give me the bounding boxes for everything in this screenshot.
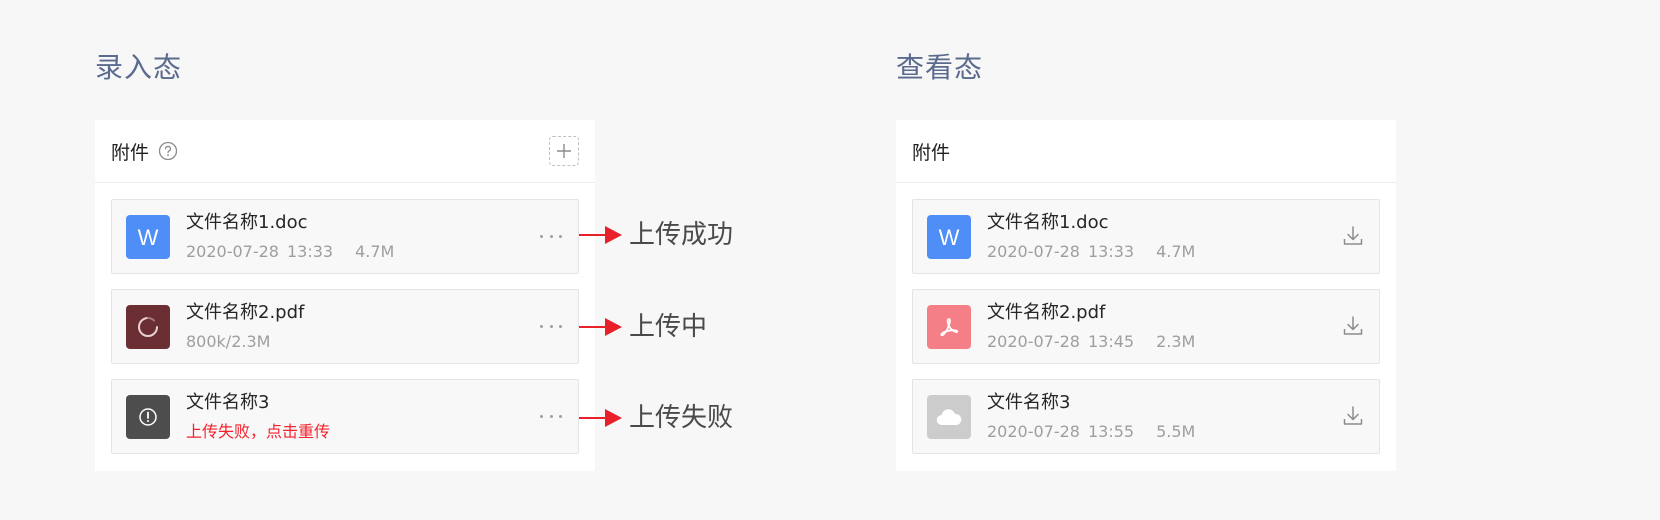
svg-text:W: W — [939, 226, 960, 248]
file-size: 5.5M — [1156, 421, 1196, 441]
state-label-failed: 上传失败 — [629, 403, 734, 433]
word-icon: W — [126, 214, 170, 259]
file-item[interactable]: W 文件名称1.doc 2020-07-28 13:33 4.7M — [111, 199, 579, 274]
file-name: 文件名称2.pdf — [987, 301, 1106, 323]
download-icon[interactable] — [1341, 404, 1365, 428]
file-date: 2020-07-28 — [987, 331, 1080, 351]
upload-progress: 800k/2.3M — [186, 331, 271, 351]
file-item[interactable]: 文件名称2.pdf 2020-07-28 13:45 2.3M — [912, 289, 1380, 364]
attachment-label: 附件 — [111, 141, 150, 164]
attachment-label: 附件 — [912, 141, 951, 164]
retry-upload-link[interactable]: 上传失败，点击重传 — [186, 421, 330, 443]
file-size: 4.7M — [1156, 241, 1196, 261]
view-state-title: 查看态 — [896, 51, 984, 84]
file-list: W 文件名称1.doc 2020-07-28 13:33 4.7M 文件名称2.pd… — [95, 183, 595, 454]
file-name: 文件名称2.pdf — [186, 301, 305, 323]
arrow-icon — [579, 318, 622, 336]
file-time: 13:33 — [1087, 241, 1135, 261]
file-name: 文件名称3 — [987, 391, 1071, 413]
panel-header: 附件 — [95, 120, 595, 183]
file-item[interactable]: 文件名称3 2020-07-28 13:55 5.5M — [912, 379, 1380, 454]
file-list: W 文件名称1.doc 2020-07-28 13:33 4.7M 文件名称2.pd… — [896, 183, 1396, 454]
loading-spinner-icon — [126, 304, 170, 349]
file-item[interactable]: 文件名称3 上传失败，点击重传 — [111, 379, 579, 454]
file-meta: 2020-07-28 13:55 5.5M — [987, 421, 1195, 443]
plus-icon — [557, 144, 571, 158]
file-time: 13:45 — [1087, 331, 1135, 351]
file-date: 2020-07-28 — [186, 241, 279, 261]
file-item[interactable]: W 文件名称1.doc 2020-07-28 13:33 4.7M — [912, 199, 1380, 274]
download-icon[interactable] — [1341, 224, 1365, 248]
file-name: 文件名称1.doc — [987, 211, 1109, 233]
attachment-panel-view: 附件 W 文件名称1.doc 2020-07-28 13:33 4.7M 文件名称2… — [896, 120, 1396, 471]
svg-text:W: W — [138, 226, 159, 248]
alert-icon — [126, 394, 170, 439]
panel-header: 附件 — [896, 120, 1396, 183]
input-state-title: 录入态 — [95, 51, 183, 84]
more-options-button[interactable] — [540, 406, 562, 426]
file-name: 文件名称3 — [186, 391, 270, 413]
file-meta: 2020-07-28 13:33 4.7M — [186, 241, 394, 263]
cloud-icon — [927, 394, 971, 439]
file-item[interactable]: 文件名称2.pdf 800k/2.3M — [111, 289, 579, 364]
file-name: 文件名称1.doc — [186, 211, 308, 233]
file-date: 2020-07-28 — [987, 421, 1080, 441]
download-icon[interactable] — [1341, 314, 1365, 338]
file-meta: 2020-07-28 13:45 2.3M — [987, 331, 1195, 353]
file-time: 13:33 — [286, 241, 334, 261]
file-size: 4.7M — [355, 241, 395, 261]
state-label-success: 上传成功 — [629, 220, 734, 250]
more-options-button[interactable] — [540, 316, 562, 336]
arrow-icon — [579, 409, 622, 427]
help-icon[interactable] — [158, 141, 178, 161]
word-icon: W — [927, 214, 971, 259]
file-time: 13:55 — [1087, 421, 1135, 441]
file-size: 2.3M — [1156, 331, 1196, 351]
file-date: 2020-07-28 — [987, 241, 1080, 261]
file-meta: 2020-07-28 13:33 4.7M — [987, 241, 1195, 263]
pdf-icon — [927, 304, 971, 349]
attachment-panel-input: 附件 W 文件名称1.doc 2020-07-28 13:33 4.7M 文件名… — [95, 120, 595, 471]
arrow-icon — [579, 226, 622, 244]
more-options-button[interactable] — [540, 226, 562, 246]
state-label-uploading: 上传中 — [629, 312, 708, 342]
add-attachment-button[interactable] — [549, 136, 579, 166]
